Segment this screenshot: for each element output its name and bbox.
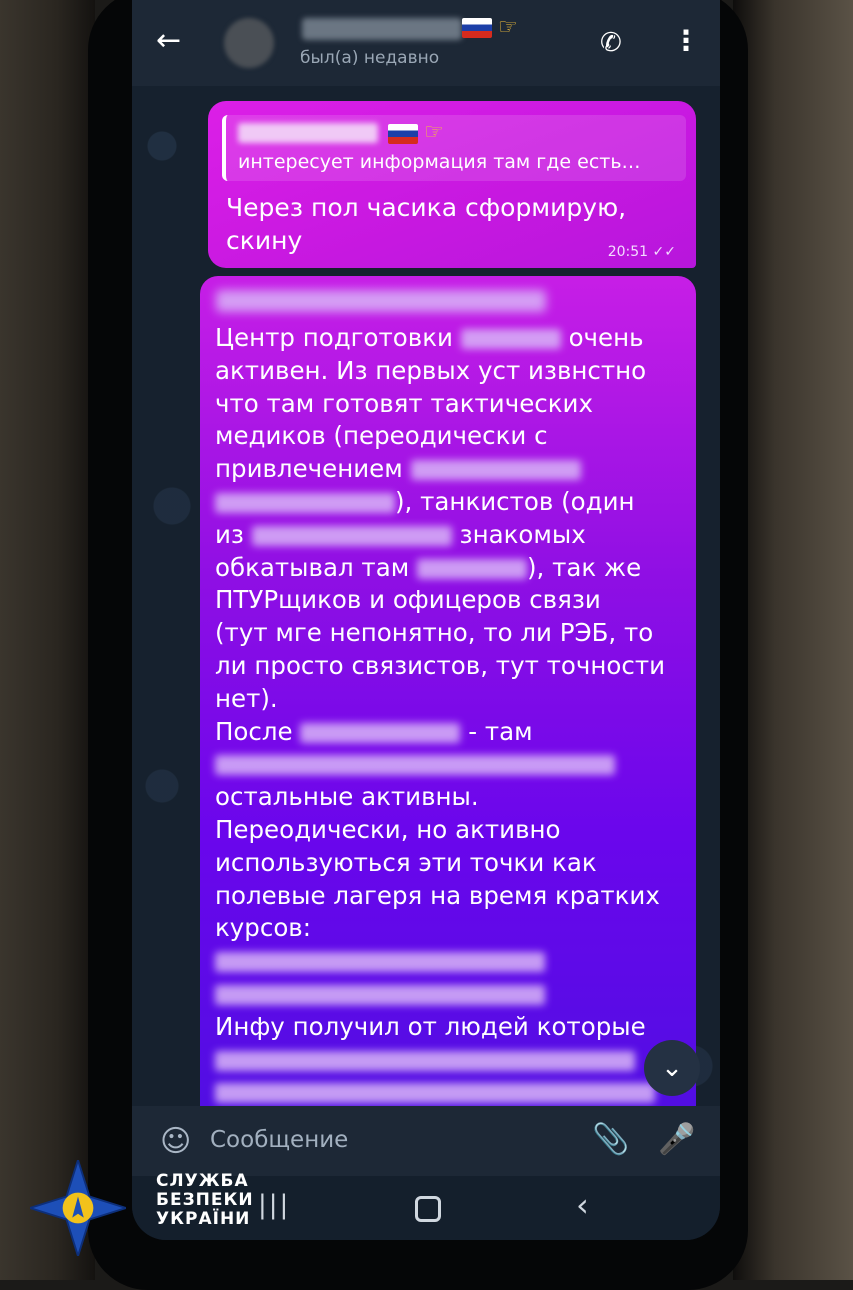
phone-icon[interactable]: ✆ <box>600 28 622 58</box>
redacted-text <box>460 329 561 349</box>
redacted-text <box>215 1083 655 1104</box>
redacted-text <box>215 984 545 1005</box>
message-text: Центр подготовки очень активен. Из первы… <box>215 322 685 1109</box>
chevron-down-icon[interactable]: ⌄ <box>644 1040 700 1096</box>
nav-back-icon[interactable]: ‹ <box>576 1186 589 1224</box>
russia-flag-icon <box>462 18 492 38</box>
message-input[interactable] <box>208 1126 542 1154</box>
redacted-text <box>215 755 615 776</box>
paperclip-icon[interactable]: 📎 <box>592 1122 629 1157</box>
message-composer: ☺ 📎 🎤 <box>132 1106 720 1176</box>
double-check-icon: ✓✓ <box>652 244 676 260</box>
redacted-text <box>410 460 581 481</box>
redacted-text <box>251 525 452 546</box>
reply-quote[interactable]: ☞ интересует информация там где есть… <box>222 115 686 181</box>
contact-name-redacted[interactable] <box>302 18 462 40</box>
redacted-text <box>417 558 527 579</box>
redacted-text <box>215 492 395 513</box>
name-emoji: ☞ <box>462 16 518 40</box>
reply-author-emoji: ☞ <box>388 120 444 145</box>
sticker-icon[interactable]: ☺ <box>160 1124 191 1159</box>
avatar[interactable] <box>224 18 274 68</box>
redacted-text <box>215 1050 635 1071</box>
chat-header: ← ☞ был(а) недавно ✆ ⋮ <box>132 0 720 86</box>
sbu-wordmark: СЛУЖБА БЕЗПЕКИ УКРАЇНИ <box>156 1171 254 1229</box>
pointing-hand-icon: ☞ <box>424 120 444 145</box>
russia-flag-icon <box>388 123 418 144</box>
microphone-icon[interactable]: 🎤 <box>658 1122 695 1157</box>
background-wall-left <box>0 0 95 1280</box>
arrow-left-icon[interactable]: ← <box>156 26 181 56</box>
last-seen-status: был(а) недавно <box>300 48 440 68</box>
message-time: 20:51 ✓✓ <box>607 244 676 260</box>
recent-apps-icon[interactable]: ||| <box>258 1190 290 1220</box>
redacted-text <box>216 290 546 312</box>
home-icon[interactable] <box>415 1196 441 1222</box>
redacted-text <box>300 722 461 743</box>
pointing-hand-icon: ☞ <box>498 15 518 40</box>
sbu-logo-icon <box>30 1160 126 1256</box>
message-bubble-outgoing[interactable]: ☞ интересует информация там где есть… Че… <box>208 101 696 268</box>
phone-screen: ← ☞ был(а) недавно ✆ ⋮ ☞ интересует инфо… <box>132 0 720 1240</box>
redacted-text <box>215 952 545 973</box>
reply-preview-text: интересует информация там где есть… <box>238 151 641 173</box>
message-text: Через пол часика сформирую, скину <box>226 193 627 255</box>
reply-author-redacted <box>238 123 378 143</box>
more-vert-icon[interactable]: ⋮ <box>672 24 700 57</box>
background-wall-right <box>733 0 853 1280</box>
message-bubble-incoming[interactable]: Центр подготовки очень активен. Из первы… <box>200 276 696 1136</box>
